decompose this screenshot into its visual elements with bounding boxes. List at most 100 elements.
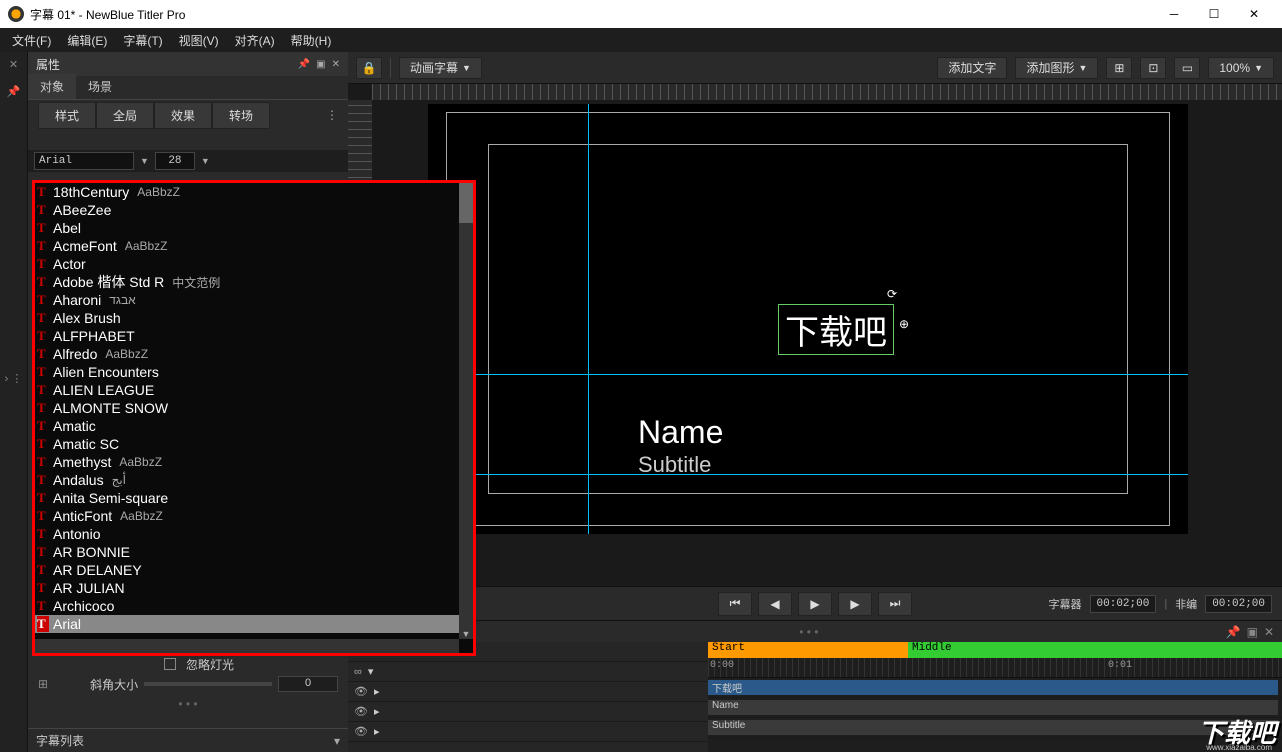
subtab-global[interactable]: 全局 <box>96 102 154 129</box>
track-collapse-icon[interactable]: ▾ <box>368 665 374 678</box>
anim-title-dropdown[interactable]: 动画字幕▼ <box>399 57 482 79</box>
font-option[interactable]: T18thCenturyAaBbzZ <box>35 183 459 201</box>
guide-horizontal-1[interactable] <box>428 374 1188 375</box>
font-option[interactable]: TAmatic <box>35 417 459 435</box>
font-option[interactable]: TALMONTE SNOW <box>35 399 459 417</box>
font-option[interactable]: TAntonio <box>35 525 459 543</box>
ruler-horizontal[interactable] <box>372 84 1282 100</box>
subtab-transition[interactable]: 转场 <box>212 102 270 129</box>
grid-icon[interactable]: ⊞ <box>38 677 48 691</box>
guide-horizontal-2[interactable] <box>428 474 1188 475</box>
scrollbar-thumb[interactable] <box>459 183 473 223</box>
font-option[interactable]: TAndalusأبج <box>35 471 459 489</box>
font-option[interactable]: TAmatic SC <box>35 435 459 453</box>
tab-object[interactable]: 对象 <box>28 74 76 99</box>
timecode-2[interactable]: 00:02;00 <box>1205 595 1272 613</box>
zoom-dropdown[interactable]: 100%▼ <box>1208 57 1274 79</box>
lock-button[interactable]: 🔒 <box>356 57 382 79</box>
subtab-more-icon[interactable]: ⋮ <box>326 108 338 122</box>
bevel-value[interactable]: 0 <box>278 676 338 692</box>
size-dropdown-icon[interactable]: ▼ <box>199 156 212 166</box>
font-dropdown-list[interactable]: T18thCenturyAaBbzZTABeeZeeTAbelTAcmeFont… <box>32 180 476 656</box>
menu-help[interactable]: 帮助(H) <box>283 28 340 52</box>
font-option[interactable]: TAR DELANEY <box>35 561 459 579</box>
safe-toggle-button[interactable]: ⊡ <box>1140 57 1166 79</box>
guides-toggle-button[interactable]: ▭ <box>1174 57 1200 79</box>
subtitle-text[interactable]: Subtitle <box>638 452 711 478</box>
clip-main[interactable]: 下载吧 <box>708 680 1278 695</box>
timeline-close-icon[interactable]: ✕ <box>1264 625 1274 639</box>
close-button[interactable]: ✕ <box>1234 0 1274 28</box>
add-text-button[interactable]: 添加文字 <box>937 57 1007 79</box>
font-option[interactable]: TAnita Semi-square <box>35 489 459 507</box>
canvas-viewport[interactable]: ⟳ ⊕ 下载吧 Name Subtitle <box>348 84 1282 586</box>
prev-frame-button[interactable]: ◀ <box>758 592 792 616</box>
timecode-1[interactable]: 00:02;00 <box>1090 595 1157 613</box>
rail-close-icon[interactable]: ✕ <box>9 58 18 71</box>
pin-icon[interactable]: 📌 <box>298 59 310 70</box>
goto-start-button[interactable]: ⏮ <box>718 592 752 616</box>
font-size-input[interactable] <box>155 152 195 170</box>
font-option[interactable]: TALFPHABET <box>35 327 459 345</box>
play-button[interactable]: ▶ <box>798 592 832 616</box>
font-scrollbar-v[interactable]: ▼ <box>459 183 473 639</box>
font-scrollbar-h[interactable] <box>35 639 459 653</box>
dock-icon[interactable]: ▣ <box>316 59 325 70</box>
menu-view[interactable]: 视图(V) <box>171 28 227 52</box>
font-option[interactable]: TArial <box>35 615 459 633</box>
rail-pin-icon[interactable]: 📌 <box>7 85 21 98</box>
font-option[interactable]: TAR BONNIE <box>35 543 459 561</box>
track-expand-icon[interactable]: ▸ <box>374 685 380 698</box>
bevel-slider[interactable] <box>144 682 272 686</box>
menu-file[interactable]: 文件(F) <box>4 28 59 52</box>
font-option[interactable]: TActor <box>35 255 459 273</box>
timeline-dock-icon[interactable]: ▣ <box>1247 625 1258 639</box>
seg-start[interactable]: Start <box>708 642 908 658</box>
rotate-handle-icon[interactable]: ⟳ <box>887 287 897 301</box>
subtitle-list-label[interactable]: 字幕列表 <box>36 732 84 749</box>
font-name-input[interactable] <box>34 152 134 170</box>
rail-expand-icon[interactable]: › ⋮ <box>5 372 23 385</box>
font-option[interactable]: TAlfredoAaBbzZ <box>35 345 459 363</box>
menu-align[interactable]: 对齐(A) <box>227 28 283 52</box>
next-frame-button[interactable]: ▶ <box>838 592 872 616</box>
font-option[interactable]: TAlex Brush <box>35 309 459 327</box>
font-option[interactable]: TArchicoco <box>35 597 459 615</box>
visibility-icon[interactable]: 👁 <box>354 705 368 718</box>
font-option[interactable]: TAnticFontAaBbzZ <box>35 507 459 525</box>
selected-text-box[interactable]: ⟳ ⊕ 下载吧 <box>778 304 894 355</box>
tab-scene[interactable]: 场景 <box>76 74 124 99</box>
track-expand-icon[interactable]: ▸ <box>374 705 380 718</box>
maximize-button[interactable]: ☐ <box>1194 0 1234 28</box>
scroll-down-icon[interactable]: ▼ <box>459 629 473 639</box>
font-dropdown-icon[interactable]: ▼ <box>138 156 151 166</box>
move-handle-icon[interactable]: ⊕ <box>899 317 909 331</box>
stage[interactable]: ⟳ ⊕ 下载吧 Name Subtitle <box>428 104 1188 534</box>
seg-middle[interactable]: Middle <box>908 642 1282 658</box>
font-option[interactable]: TAdobe 楷体 Std R中文范例 <box>35 273 459 291</box>
name-text[interactable]: Name <box>638 414 723 451</box>
timeline-ruler[interactable]: 0:00 0:01 0:02 <box>708 658 1282 678</box>
visibility-icon[interactable]: 👁 <box>354 725 368 738</box>
guide-vertical[interactable] <box>588 104 589 534</box>
subtab-effect[interactable]: 效果 <box>154 102 212 129</box>
font-option[interactable]: TABeeZee <box>35 201 459 219</box>
menu-subtitle[interactable]: 字幕(T) <box>115 28 170 52</box>
font-option[interactable]: TAharoniאבגד <box>35 291 459 309</box>
font-option[interactable]: TAmethystAaBbzZ <box>35 453 459 471</box>
grid-toggle-button[interactable]: ⊞ <box>1106 57 1132 79</box>
font-option[interactable]: TAlien Encounters <box>35 363 459 381</box>
track-expand-icon[interactable]: ▸ <box>374 725 380 738</box>
font-option[interactable]: TALIEN LEAGUE <box>35 381 459 399</box>
add-shape-dropdown[interactable]: 添加图形▼ <box>1015 57 1098 79</box>
subtab-style[interactable]: 样式 <box>38 102 96 129</box>
font-option[interactable]: TAR JULIAN <box>35 579 459 597</box>
strip-dropdown-icon[interactable]: ▾ <box>334 734 340 748</box>
timeline-pin-icon[interactable]: 📌 <box>1226 625 1241 639</box>
goto-end-button[interactable]: ⏭ <box>878 592 912 616</box>
loop-icon[interactable]: ∞ <box>354 666 362 678</box>
close-icon[interactable]: ✕ <box>332 59 340 70</box>
font-option[interactable]: TAbel <box>35 219 459 237</box>
menu-edit[interactable]: 编辑(E) <box>59 28 115 52</box>
omitlight-checkbox[interactable] <box>164 658 176 670</box>
